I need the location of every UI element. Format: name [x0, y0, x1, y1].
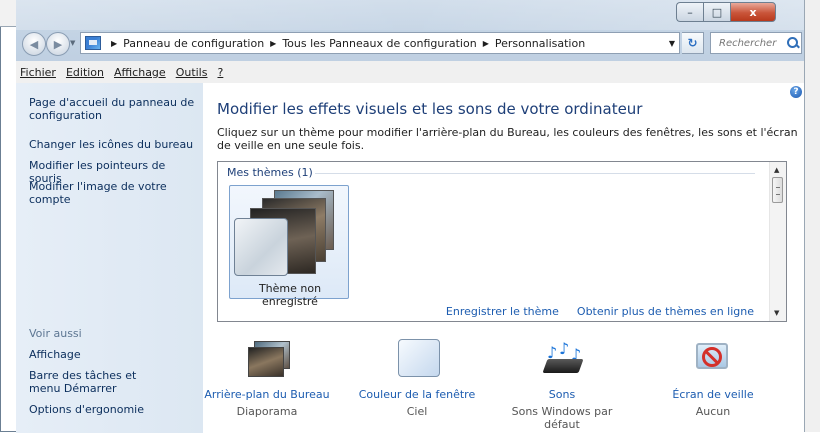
menu-fichier[interactable]: Fichier	[16, 66, 61, 79]
theme-glass-swatch	[234, 218, 288, 276]
window-color-link[interactable]: Couleur de la fenêtre	[353, 388, 481, 401]
scroll-up-icon[interactable]: ▲	[774, 166, 779, 174]
screensaver-value: Aucun	[695, 405, 731, 418]
close-button[interactable]: x	[730, 2, 776, 22]
main-panel: ? Modifier les effets visuels et les son…	[203, 83, 804, 433]
search-icon[interactable]	[787, 37, 798, 49]
window-right-edge	[804, 0, 820, 432]
forward-arrow-icon: ▶	[53, 37, 63, 51]
scrollbar-thumb[interactable]	[772, 177, 783, 203]
back-arrow-icon: ◀	[29, 37, 39, 51]
more-themes-link[interactable]: Obtenir plus de thèmes en ligne	[577, 305, 754, 318]
address-bar[interactable]: ▶ Panneau de configuration ▶ Tous les Pa…	[80, 32, 680, 54]
screensaver-icon	[690, 339, 736, 379]
sidebar-link-control-panel-home[interactable]: Page d'accueil du panneau de configurati…	[29, 96, 197, 122]
sounds-value: Sons Windows par défaut	[511, 405, 613, 431]
window-color-setting[interactable]: Couleur de la fenêtre Ciel	[353, 333, 481, 429]
sounds-link[interactable]: Sons	[498, 388, 626, 401]
navigation-bar: ◀ ▶ ▼ ▶ Panneau de configuration ▶ Tous …	[20, 31, 804, 57]
theme-list: Mes thèmes (1) Thème non enregistré Enre…	[217, 161, 787, 322]
sounds-icon: ♪ ♪ ♪	[539, 339, 585, 379]
minimize-button[interactable]: –	[676, 2, 703, 22]
page-title: Modifier les effets visuels et les sons …	[217, 100, 643, 118]
menu-edition[interactable]: Edition	[61, 66, 109, 79]
breadcrumb-separator-icon[interactable]: ▶	[111, 39, 117, 48]
forward-button[interactable]: ▶	[46, 32, 70, 56]
back-button[interactable]: ◀	[22, 32, 46, 56]
menu-outils[interactable]: Outils	[171, 66, 213, 79]
sidebar-link-desktop-icons[interactable]: Changer les icônes du bureau	[29, 138, 197, 151]
desktop-background-setting[interactable]: Arrière-plan du Bureau Diaporama	[203, 333, 331, 429]
screensaver-link[interactable]: Écran de veille	[649, 388, 777, 401]
group-divider	[315, 173, 755, 174]
breadcrumb-separator-icon[interactable]: ▶	[270, 39, 276, 48]
sidebar-link-ease-of-access[interactable]: Options d'ergonomie	[29, 403, 197, 416]
screensaver-setting[interactable]: Écran de veille Aucun	[649, 333, 777, 429]
search-box[interactable]	[710, 32, 802, 54]
theme-preview-image	[234, 190, 344, 278]
control-panel-window: – □ x ◀ ▶ ▼ ▶ Panneau de configuration ▶…	[0, 0, 821, 434]
maximize-button[interactable]: □	[703, 2, 730, 22]
window-color-icon	[394, 339, 440, 379]
desktop-background-icon	[244, 339, 290, 379]
help-icon[interactable]: ?	[790, 86, 802, 98]
theme-tile-label: Thème non enregistré	[258, 282, 322, 308]
theme-actions: Enregistrer le thème Obtenir plus de thè…	[446, 305, 754, 318]
refresh-button[interactable]: ↻	[682, 32, 704, 54]
breadcrumb-separator-icon[interactable]: ▶	[483, 39, 489, 48]
save-theme-link[interactable]: Enregistrer le thème	[446, 305, 559, 318]
refresh-icon: ↻	[687, 36, 698, 50]
search-input[interactable]	[717, 36, 787, 50]
themes-group-heading: Mes thèmes (1)	[227, 166, 313, 179]
window-color-value: Ciel	[406, 405, 428, 418]
menu-bar: Fichier Edition Affichage Outils ?	[16, 61, 804, 84]
menu-help[interactable]: ?	[212, 66, 228, 79]
sidebar-link-taskbar[interactable]: Barre des tâches et menu Démarrer	[29, 369, 169, 395]
menu-affichage[interactable]: Affichage	[109, 66, 171, 79]
content-area: Page d'accueil du panneau de configurati…	[16, 83, 804, 433]
theme-list-scrollbar[interactable]: ▲ ▼	[769, 162, 786, 321]
desktop-background-value: Diaporama	[236, 405, 298, 418]
sidebar-link-display[interactable]: Affichage	[29, 348, 197, 361]
sidebar-link-account-picture[interactable]: Modifier l'image de votre compte	[29, 180, 197, 206]
caption-buttons: – □ x	[676, 2, 776, 22]
breadcrumb-personalization[interactable]: Personnalisation	[495, 37, 585, 50]
desktop-background-link[interactable]: Arrière-plan du Bureau	[203, 388, 331, 401]
scroll-down-icon[interactable]: ▼	[774, 309, 779, 317]
sounds-setting[interactable]: ♪ ♪ ♪ Sons Sons Windows par défaut	[498, 333, 626, 431]
see-also-heading: Voir aussi	[29, 327, 82, 340]
recent-pages-dropdown[interactable]: ▼	[70, 39, 78, 47]
page-description: Cliquez sur un thème pour modifier l'arr…	[217, 126, 798, 152]
breadcrumb-control-panel[interactable]: Panneau de configuration	[123, 37, 264, 50]
breadcrumb-all-control-panels[interactable]: Tous les Panneaux de configuration	[282, 37, 476, 50]
address-history-dropdown-icon[interactable]: ▼	[669, 39, 675, 48]
sidebar: Page d'accueil du panneau de configurati…	[16, 83, 203, 433]
theme-tile-unsaved[interactable]: Thème non enregistré	[229, 185, 349, 308]
window-corner	[0, 0, 17, 27]
theme-settings-row: Arrière-plan du Bureau Diaporama Couleur…	[203, 333, 804, 433]
control-panel-icon	[85, 36, 101, 50]
